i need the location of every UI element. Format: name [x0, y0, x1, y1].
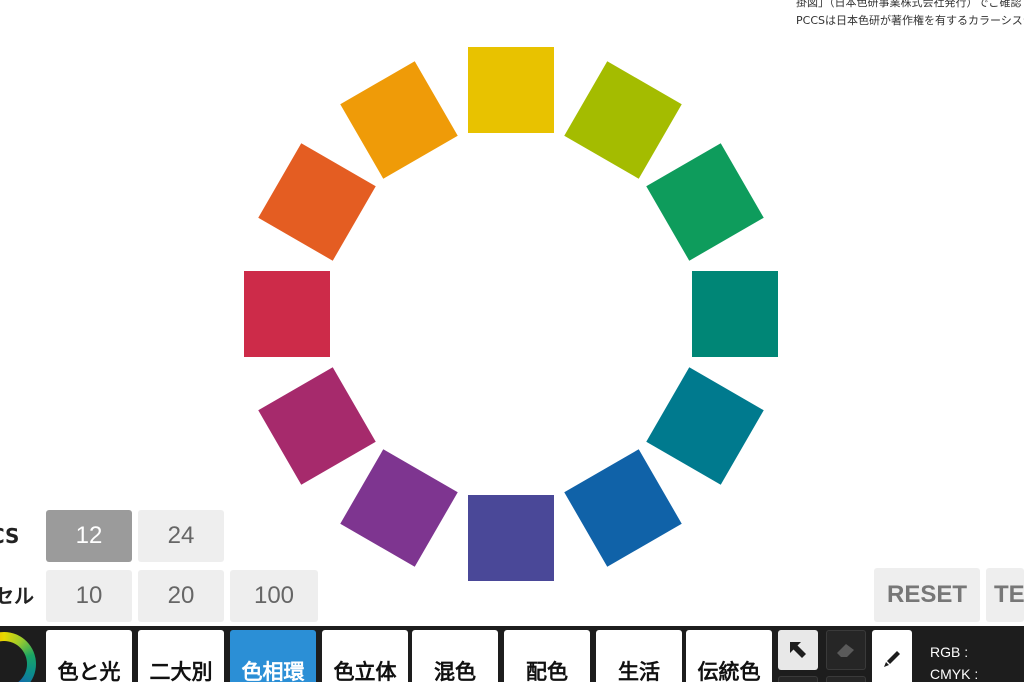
text-button[interactable]: TE — [986, 568, 1024, 622]
hue-swatch-1[interactable] — [468, 47, 554, 133]
reset-button[interactable]: RESET — [874, 568, 980, 622]
tab-daily-life[interactable]: 生活 — [596, 630, 682, 682]
tab-color-mixing[interactable]: 混色 — [412, 630, 498, 682]
munsell-row-label: セル — [0, 584, 34, 608]
hue-swatch-5[interactable] — [646, 367, 764, 485]
tab-traditional-colors[interactable]: 伝統色 — [686, 630, 772, 682]
hue-swatch-12[interactable] — [340, 61, 458, 179]
pccs-12-button[interactable]: 12 — [46, 510, 132, 562]
hue-swatch-4[interactable] — [692, 271, 778, 357]
pointer-arrow-icon — [790, 642, 806, 658]
eraser-icon — [837, 644, 854, 657]
pccs-row-label: CS — [0, 524, 20, 548]
note-line-2: 掛図」（日本色研事業株式会社発行）でご確認 — [796, 0, 1022, 9]
hue-swatch-9[interactable] — [258, 367, 376, 485]
cmyk-readout: CMYK : — [930, 666, 979, 682]
pointer-tool-button[interactable] — [778, 630, 818, 670]
hue-swatch-11[interactable] — [258, 143, 376, 261]
tab-color-scheme[interactable]: 配色 — [504, 630, 590, 682]
munsell-100-button[interactable]: 100 — [230, 570, 318, 622]
color-ring-icon[interactable] — [0, 632, 36, 682]
pccs-24-button[interactable]: 24 — [138, 510, 224, 562]
tab-two-categories[interactable]: 二大別 — [138, 630, 224, 682]
eraser-tool-button[interactable] — [826, 630, 866, 670]
tool-slot-button-2[interactable] — [826, 676, 866, 682]
hue-swatch-6[interactable] — [564, 449, 682, 567]
hue-swatch-3[interactable] — [646, 143, 764, 261]
munsell-10-button[interactable]: 10 — [46, 570, 132, 622]
hue-swatch-10[interactable] — [244, 271, 330, 357]
munsell-20-button[interactable]: 20 — [138, 570, 224, 622]
pen-icon — [884, 651, 900, 667]
tool-slot-button[interactable] — [778, 676, 818, 682]
hue-swatch-2[interactable] — [564, 61, 682, 179]
tab-color-and-light[interactable]: 色と光 — [46, 630, 132, 682]
tab-hue-circle[interactable]: 色相環 — [230, 630, 316, 682]
hue-swatch-8[interactable] — [340, 449, 458, 567]
rgb-readout: RGB : — [930, 644, 969, 660]
pen-tool-button[interactable] — [872, 630, 912, 682]
bottom-toolbar: 色と光 二大別 色相環 色立体 混色 配色 生活 伝統色 RGB : CMYK … — [0, 626, 1024, 682]
tab-color-solid[interactable]: 色立体 — [322, 630, 408, 682]
note-line-3: PCCSは日本色研が著作権を有するカラーシステム — [796, 14, 1024, 27]
hue-swatch-7[interactable] — [468, 495, 554, 581]
copyright-note: 掛図」（日本色研事業株式会社発行）でご確認 PCCSは日本色研が著作権を有するカ… — [796, 0, 1024, 30]
